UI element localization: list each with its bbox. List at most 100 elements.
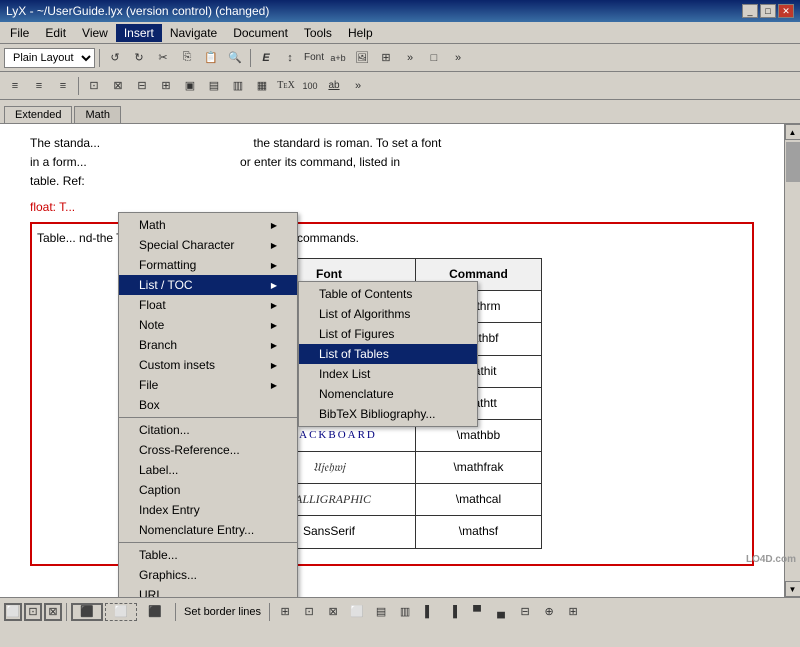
border-t[interactable]: ▀ [466,601,488,623]
border-l[interactable]: ▌ [418,601,440,623]
menu-insert[interactable]: Insert [116,24,162,42]
scrollbar[interactable]: ▲ ▼ [784,124,800,597]
undo-button[interactable]: ↺ [104,47,126,69]
bsep1 [66,603,67,621]
border-h[interactable]: ▤ [370,601,392,623]
table-props[interactable]: ⊞ [562,601,584,623]
tab-math[interactable]: Math [74,106,120,123]
menu-note[interactable]: Note▶ [119,315,297,335]
formula-button[interactable]: a+b [327,47,349,69]
bt4[interactable]: ⬛ [71,603,103,621]
menu-float[interactable]: Float▶ [119,295,297,315]
menu-box[interactable]: Box [119,395,297,415]
align-left-button[interactable]: ≡ [4,75,26,97]
border-v[interactable]: ▥ [394,601,416,623]
submenu-index[interactable]: Index List [299,364,477,384]
menu-label[interactable]: Label... [119,460,297,480]
scroll-thumb[interactable] [786,142,800,182]
submenu-figures[interactable]: List of Figures [299,324,477,344]
minimize-button[interactable]: _ [742,4,758,18]
align-center-button[interactable]: ≡ [28,75,50,97]
title-bar-text: LyX - ~/UserGuide.lyx (version control) … [6,4,269,18]
sep3 [78,77,79,95]
menu-file[interactable]: File▶ [119,375,297,395]
menu-view[interactable]: View [74,24,116,42]
tex-button[interactable]: TEX [275,75,297,97]
bt3[interactable]: ⊠ [44,603,62,621]
menu-help[interactable]: Help [340,24,381,42]
menu-document[interactable]: Document [225,24,296,42]
menu-index-entry[interactable]: Index Entry [119,500,297,520]
updown-button[interactable]: ↕ [279,47,301,69]
menu-math[interactable]: Math▶ [119,215,297,235]
italic-button[interactable]: E [255,47,277,69]
border-mid[interactable]: ⊟ [514,601,536,623]
menu-edit[interactable]: Edit [37,24,74,42]
find-button[interactable]: 🔍 [224,47,246,69]
close-button[interactable]: ✕ [778,4,794,18]
bt6[interactable]: ⬛ [139,603,171,621]
menu-cross-reference[interactable]: Cross-Reference... [119,440,297,460]
image-button[interactable]: 🖼 [351,47,373,69]
menu-formatting[interactable]: Formatting▶ [119,255,297,275]
submenu-algorithms[interactable]: List of Algorithms [299,304,477,324]
t3[interactable]: ⊟ [131,75,153,97]
menu-list-toc[interactable]: List / TOC▶ [119,275,297,295]
border-b[interactable]: ▄ [490,601,512,623]
copy-button[interactable]: ⎘ [176,47,198,69]
menu-caption[interactable]: Caption [119,480,297,500]
more2-button[interactable]: » [447,47,469,69]
menu-citation[interactable]: Citation... [119,420,297,440]
menu-graphics[interactable]: Graphics... [119,565,297,585]
t4[interactable]: ⊞ [155,75,177,97]
t6[interactable]: ▤ [203,75,225,97]
t8[interactable]: ▦ [251,75,273,97]
redo-button[interactable]: ↻ [128,47,150,69]
t2[interactable]: ⊠ [107,75,129,97]
submenu-toc[interactable]: Table of Contents [299,284,477,304]
bt5[interactable]: ⬜ [105,603,137,621]
menu-special-character[interactable]: Special Character▶ [119,235,297,255]
border-all[interactable]: ⊞ [274,601,296,623]
menu-file[interactable]: File [2,24,37,42]
maximize-button[interactable]: □ [760,4,776,18]
menu-url[interactable]: URL [119,585,297,597]
cut-button[interactable]: ✂ [152,47,174,69]
layout-dropdown[interactable]: Plain Layout [4,48,95,68]
menu-custom-insets[interactable]: Custom insets▶ [119,355,297,375]
table-button[interactable]: ⊞ [375,47,397,69]
border-label: Set border lines [184,606,261,618]
t5[interactable]: ▣ [179,75,201,97]
menu-branch[interactable]: Branch▶ [119,335,297,355]
menu-table[interactable]: Table... [119,545,297,565]
separator2 [250,49,251,67]
border-inner[interactable]: ⊠ [322,601,344,623]
paste-button[interactable]: 📋 [200,47,222,69]
bsep3 [269,603,270,621]
scroll-down-arrow[interactable]: ▼ [785,581,800,597]
scroll-up-arrow[interactable]: ▲ [785,124,800,140]
menu-tools[interactable]: Tools [296,24,340,42]
yoo-button[interactable]: 100 [299,75,321,97]
t7[interactable]: ▥ [227,75,249,97]
border-outer[interactable]: ⊡ [298,601,320,623]
cell-props[interactable]: ⊕ [538,601,560,623]
ab-button[interactable]: ab [323,75,345,97]
submenu-tables[interactable]: List of Tables [299,344,477,364]
border-r[interactable]: ▐ [442,601,464,623]
bt2[interactable]: ⊡ [24,603,42,621]
extra-button[interactable]: □ [423,47,445,69]
submenu-nomenclature[interactable]: Nomenclature [299,384,477,404]
more3-button[interactable]: » [347,75,369,97]
list-toc-submenu: Table of Contents List of Algorithms Lis… [298,281,478,427]
bt1[interactable]: ⬜ [4,603,22,621]
submenu-bibtex[interactable]: BibTeX Bibliography... [299,404,477,424]
font-button[interactable]: Font [303,47,325,69]
align-right-button[interactable]: ≡ [52,75,74,97]
border-none[interactable]: ⬜ [346,601,368,623]
menu-navigate[interactable]: Navigate [162,24,225,42]
t1[interactable]: ⊡ [83,75,105,97]
more-button[interactable]: » [399,47,421,69]
tab-extended[interactable]: Extended [4,106,72,123]
menu-nomenclature-entry[interactable]: Nomenclature Entry... [119,520,297,540]
